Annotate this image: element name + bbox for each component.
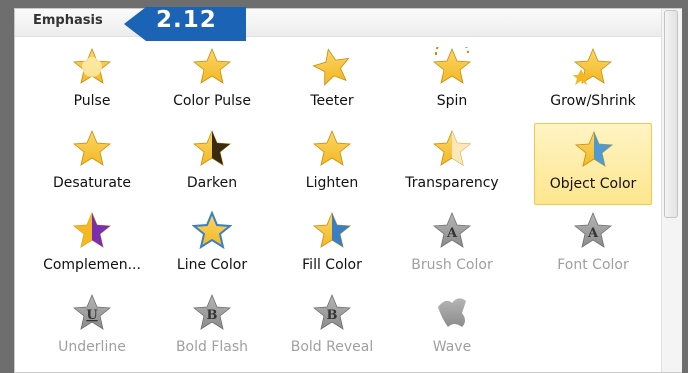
darken-star-icon: [192, 129, 232, 166]
emphasis-gallery-panel: Emphasis Pulse Color Pulse Teeter Spin Grow/…: [14, 8, 682, 373]
transparency-star-icon: [432, 129, 472, 166]
effect-item-desaturate[interactable]: Desaturate: [33, 123, 151, 205]
effect-item-label: Line Color: [176, 257, 248, 273]
line-color-star-icon: [192, 211, 232, 250]
color-pulse-star-icon: [192, 47, 232, 84]
fill-color-star-icon: [312, 211, 352, 248]
effect-item-darken[interactable]: Darken: [153, 123, 271, 205]
desaturate-star-icon: [72, 129, 112, 166]
effect-item-label: Underline: [58, 339, 126, 355]
effect-item-label: Desaturate: [52, 175, 132, 191]
effect-item-label: Wave: [432, 339, 472, 355]
effect-item-transparency[interactable]: Transparency: [393, 123, 511, 205]
spin-star-icon: [432, 47, 472, 84]
svg-text:B: B: [327, 308, 338, 323]
scrollbar-thumb[interactable]: [664, 10, 678, 218]
effect-item-label: Spin: [436, 93, 468, 109]
complementary-color-star-icon: [72, 211, 112, 248]
svg-text:A: A: [587, 226, 599, 241]
effect-item-label: Darken: [186, 175, 238, 191]
gallery-section-title: Emphasis: [33, 13, 103, 28]
effect-item-label: Object Color: [549, 176, 637, 192]
effect-item-fill-color[interactable]: Fill Color: [273, 205, 391, 287]
bold-flash-star-icon: B: [192, 293, 232, 330]
svg-text:U: U: [86, 308, 98, 323]
effect-item-color-pulse[interactable]: Color Pulse: [153, 41, 271, 123]
effect-item-label: Pulse: [73, 93, 111, 109]
effect-item-spin[interactable]: Spin: [393, 41, 511, 123]
gallery-header: Emphasis: [15, 9, 662, 37]
brush-color-star-icon: A: [432, 211, 472, 248]
effect-item-label: Color Pulse: [173, 93, 251, 109]
teeter-star-icon: [312, 48, 350, 86]
svg-text:A: A: [446, 226, 458, 241]
effect-item-lighten[interactable]: Lighten: [273, 123, 391, 205]
vertical-scrollbar[interactable]: [661, 9, 682, 372]
svg-text:B: B: [207, 308, 218, 323]
lighten-star-icon: [312, 129, 352, 166]
effect-item-grow-shrink[interactable]: Grow/Shrink: [534, 41, 652, 123]
effect-item-label: Fill Color: [302, 257, 362, 273]
object-color-star-icon: [574, 130, 614, 167]
effect-item-label: Transparency: [405, 175, 499, 191]
effect-item-label: Teeter: [310, 93, 354, 109]
grow-shrink-star-icon: [573, 47, 613, 85]
effect-item-line-color[interactable]: Line Color: [153, 205, 271, 287]
effect-item-label: Complemen...: [43, 257, 141, 273]
effect-item-font-color: A Font Color: [534, 205, 652, 287]
effect-item-brush-color: A Brush Color: [393, 205, 511, 287]
screenshot-frame: Emphasis Pulse Color Pulse Teeter Spin Grow/…: [0, 0, 688, 373]
effect-item-teeter[interactable]: Teeter: [273, 41, 391, 123]
effect-item-label: Font Color: [557, 257, 629, 273]
font-color-star-icon: A: [573, 211, 613, 248]
effect-item-bold-reveal: B Bold Reveal: [273, 287, 391, 369]
effect-item-pulse[interactable]: Pulse: [33, 41, 151, 123]
effect-item-label: Lighten: [305, 175, 359, 191]
effect-item-object-color[interactable]: Object Color: [534, 123, 652, 205]
effect-item-complemen[interactable]: Complemen...: [33, 205, 151, 287]
effect-item-underline: U Underline: [33, 287, 151, 369]
underline-star-icon: U: [72, 293, 112, 330]
effect-item-label: Bold Reveal: [290, 339, 374, 355]
effect-item-label: Brush Color: [411, 257, 493, 273]
bold-reveal-star-icon: B: [312, 293, 352, 330]
effect-item-label: Grow/Shrink: [550, 93, 636, 109]
pulse-star-icon: [72, 47, 112, 84]
wave-star-icon: [438, 298, 466, 327]
step-callout-badge: [124, 7, 246, 41]
effect-item-bold-flash: B Bold Flash: [153, 287, 271, 369]
effect-item-label: Bold Flash: [175, 339, 249, 355]
effect-item-wave: Wave: [393, 287, 511, 369]
